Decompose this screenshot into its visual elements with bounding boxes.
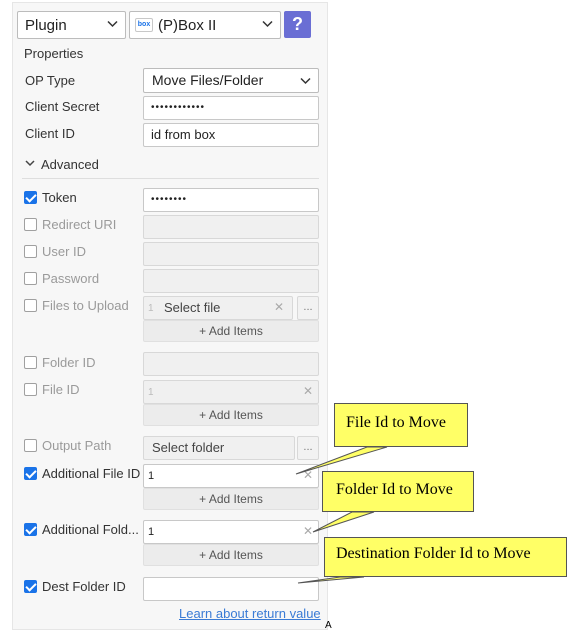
- callout-destination-folder-id-text: Destination Folder Id to Move: [336, 545, 531, 562]
- callout-file-id: File Id to Move: [334, 403, 468, 447]
- callout-folder-id: Folder Id to Move: [322, 471, 474, 512]
- callout-file-id-text: File Id to Move: [346, 414, 446, 431]
- callout-destination-folder-id: Destination Folder Id to Move: [324, 537, 567, 577]
- callout-folder-id-text: Folder Id to Move: [336, 481, 453, 498]
